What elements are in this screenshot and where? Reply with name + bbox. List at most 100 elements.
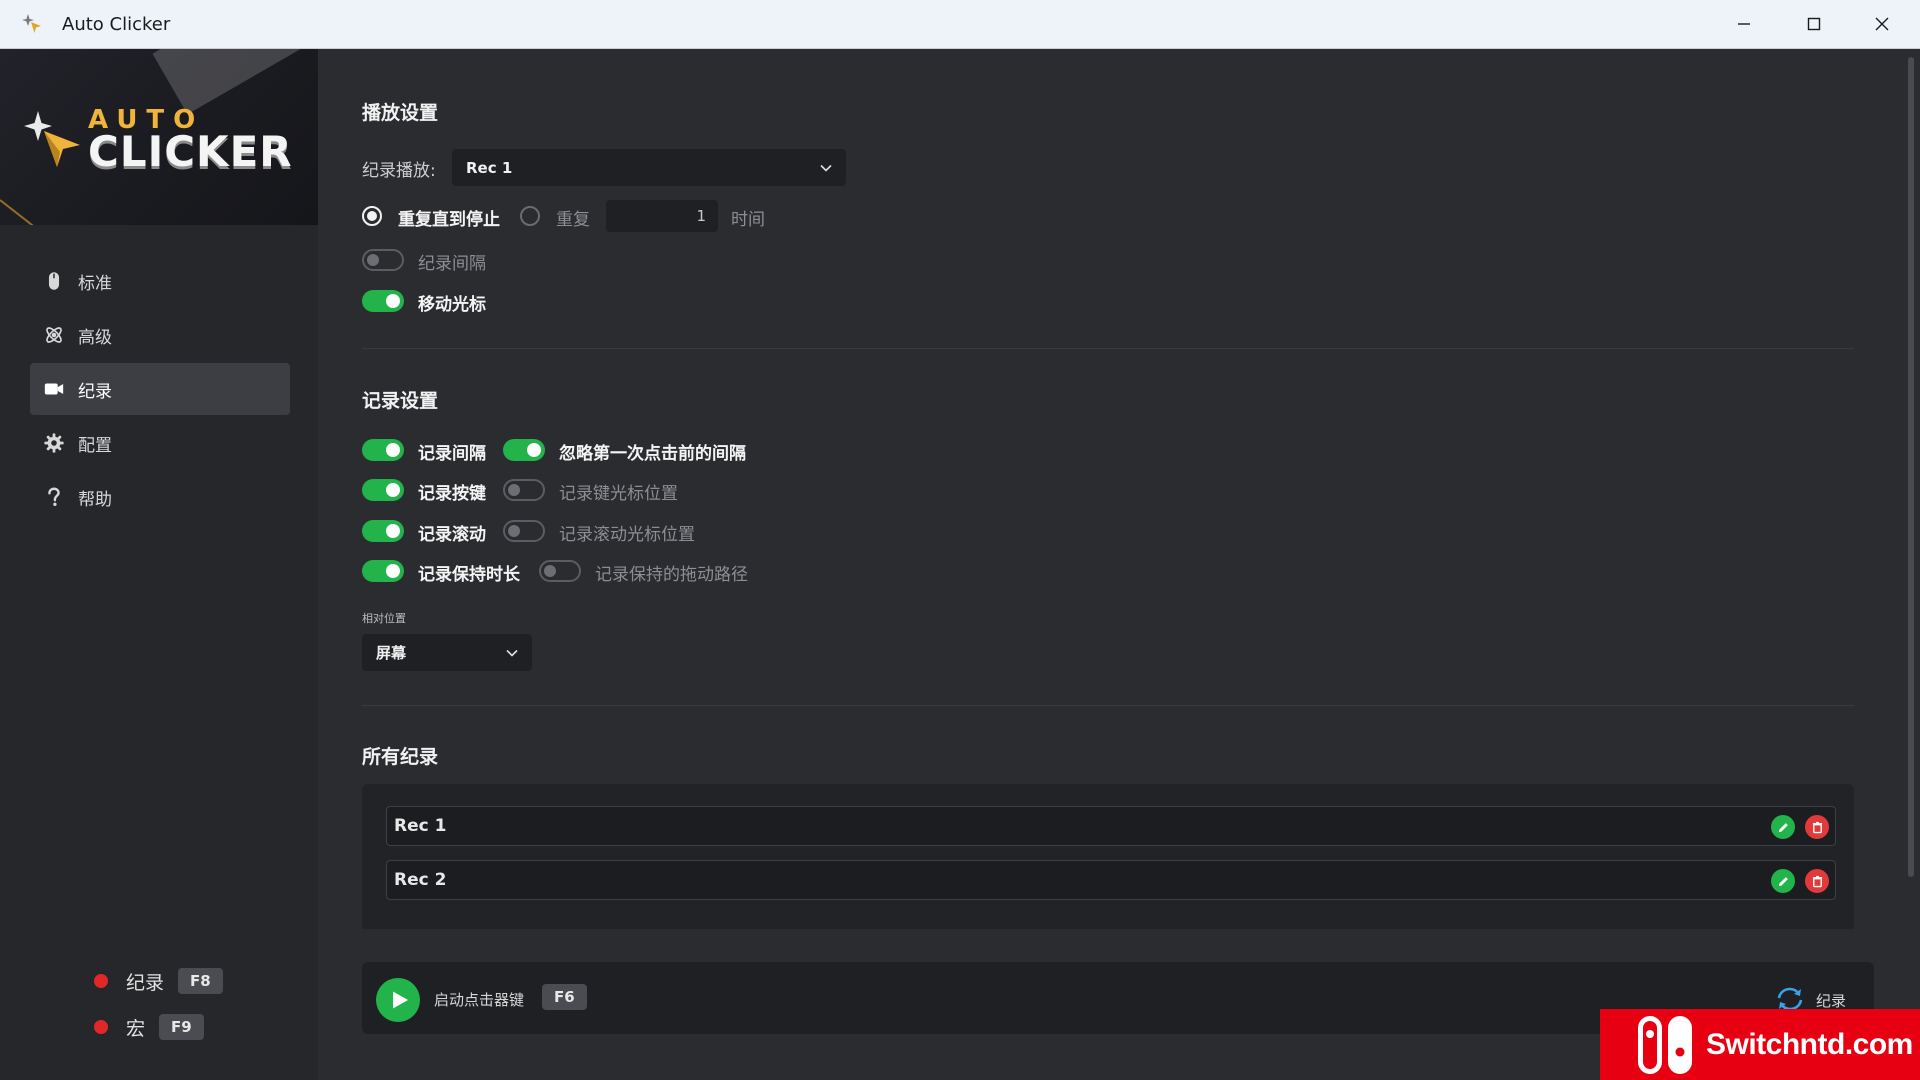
start-button[interactable] [376, 978, 420, 1022]
record-playback-label: 纪录播放: [362, 161, 436, 181]
record-scroll-label: 记录滚动 [418, 525, 486, 545]
relative-position-label: 相对位置 [362, 612, 406, 625]
record-keys-label: 记录按键 [418, 484, 486, 504]
camera-icon [42, 377, 66, 401]
hotkey-key: F8 [178, 968, 223, 994]
sync-label: 纪录 [1816, 992, 1847, 1010]
hotkey-label: 纪录 [126, 971, 165, 994]
minimize-button[interactable] [1710, 0, 1778, 48]
move-cursor-toggle[interactable] [362, 290, 404, 312]
start-hotkey-label: 启动点击器键 [434, 991, 525, 1009]
record-name: Rec 2 [394, 870, 447, 890]
sidebar-item-help[interactable]: 帮助 [30, 471, 290, 523]
record-dot-icon [94, 1020, 108, 1034]
hotkey-record: 纪录 F8 [94, 958, 223, 1004]
sidebar-item-label: 帮助 [78, 489, 112, 510]
maximize-button[interactable] [1780, 0, 1848, 48]
record-scroll-cursor-label: 记录滚动光标位置 [559, 525, 695, 545]
hotkey-macro: 宏 F9 [94, 1004, 223, 1050]
section-divider [362, 348, 1854, 349]
sidebar-item-label: 高级 [78, 327, 112, 348]
scrollbar-thumb[interactable] [1908, 57, 1914, 877]
list-item[interactable]: Rec 2 [386, 860, 1836, 900]
sidebar-item-config[interactable]: 配置 [30, 417, 290, 469]
record-dot-icon [94, 974, 108, 988]
minimize-icon [1738, 23, 1750, 25]
sidebar: AUTO CLICKER 标准 高级 纪录 配置 帮助 纪录 F8 宏 F9 [0, 49, 318, 1080]
scrollbar[interactable] [1902, 49, 1920, 1080]
records-list: Rec 1 Rec 2 [362, 784, 1854, 929]
maximize-icon [1807, 17, 1821, 31]
atom-icon [42, 323, 66, 347]
start-hotkey-key: F6 [542, 984, 587, 1010]
ignore-first-interval-label: 忽略第一次点击前的间隔 [559, 444, 746, 464]
record-drag-path-toggle[interactable] [539, 560, 581, 582]
record-hold-duration-toggle[interactable] [362, 560, 404, 582]
hotkey-legend: 纪录 F8 宏 F9 [94, 958, 223, 1050]
repeat-radio[interactable] [520, 206, 540, 226]
logo-text-clicker: CLICKER [88, 127, 293, 176]
title-bar: Auto Clicker [0, 0, 1920, 49]
pencil-icon [1778, 822, 1788, 832]
close-icon [1875, 17, 1889, 31]
repeat-label: 重复 [556, 210, 590, 230]
hotkey-key: F9 [159, 1014, 204, 1040]
times-label: 时间 [731, 210, 765, 230]
repeat-until-stop-radio[interactable] [362, 206, 382, 226]
sidebar-item-advanced[interactable]: 高级 [30, 309, 290, 361]
question-icon [42, 485, 66, 509]
ignore-first-interval-toggle[interactable] [503, 439, 545, 461]
sidebar-item-record[interactable]: 纪录 [30, 363, 290, 415]
section-divider [362, 705, 1854, 706]
app-logo: AUTO CLICKER [0, 49, 318, 225]
edit-button[interactable] [1771, 869, 1795, 893]
relative-position-value: 屏幕 [376, 644, 407, 662]
edit-button[interactable] [1771, 815, 1795, 839]
logo-star-icon [24, 111, 80, 167]
watermark-text: Switchntd.com [1706, 1027, 1913, 1061]
sidebar-nav: 标准 高级 纪录 配置 帮助 [30, 255, 290, 525]
repeat-count-input[interactable]: 1 [606, 200, 718, 232]
record-playback-select[interactable]: Rec 1 [452, 149, 846, 186]
app-star-icon [20, 12, 44, 36]
record-interval-toggle[interactable] [362, 439, 404, 461]
pencil-icon [1778, 876, 1788, 886]
chevron-down-icon [820, 164, 832, 172]
hotkey-label: 宏 [126, 1017, 146, 1040]
record-key-cursor-toggle[interactable] [503, 479, 545, 501]
trash-icon [1812, 821, 1822, 833]
chevron-down-icon [506, 649, 518, 657]
list-item[interactable]: Rec 1 [386, 806, 1836, 846]
all-records-title: 所有纪录 [362, 746, 439, 768]
playback-interval-toggle[interactable] [362, 249, 404, 271]
playback-section-title: 播放设置 [362, 102, 439, 124]
window-title: Auto Clicker [62, 14, 171, 35]
record-keys-toggle[interactable] [362, 479, 404, 501]
mouse-icon [42, 269, 66, 293]
sidebar-item-label: 标准 [78, 273, 112, 294]
repeat-until-stop-label: 重复直到停止 [398, 210, 500, 230]
record-scroll-cursor-toggle[interactable] [503, 520, 545, 542]
play-icon [393, 991, 408, 1009]
delete-button[interactable] [1805, 869, 1829, 893]
move-cursor-label: 移动光标 [418, 295, 486, 315]
record-name: Rec 1 [394, 816, 447, 836]
trash-icon [1812, 875, 1822, 887]
record-scroll-toggle[interactable] [362, 520, 404, 542]
record-interval-label: 记录间隔 [418, 444, 486, 464]
relative-position-select[interactable]: 屏幕 [362, 634, 532, 671]
recording-section-title: 记录设置 [362, 390, 439, 412]
watermark: Switchntd.com [1600, 1009, 1920, 1080]
sidebar-item-standard[interactable]: 标准 [30, 255, 290, 307]
sidebar-item-label: 配置 [78, 435, 112, 456]
record-drag-path-label: 记录保持的拖动路径 [595, 565, 748, 585]
sidebar-item-label: 纪录 [78, 381, 112, 402]
delete-button[interactable] [1805, 815, 1829, 839]
gear-icon [42, 431, 66, 455]
switch-logo-icon [1638, 1015, 1692, 1074]
close-button[interactable] [1848, 0, 1916, 48]
record-playback-value: Rec 1 [466, 158, 513, 177]
record-hold-duration-label: 记录保持时长 [418, 565, 520, 585]
playback-interval-label: 纪录间隔 [418, 254, 486, 274]
record-key-cursor-label: 记录键光标位置 [559, 484, 678, 504]
